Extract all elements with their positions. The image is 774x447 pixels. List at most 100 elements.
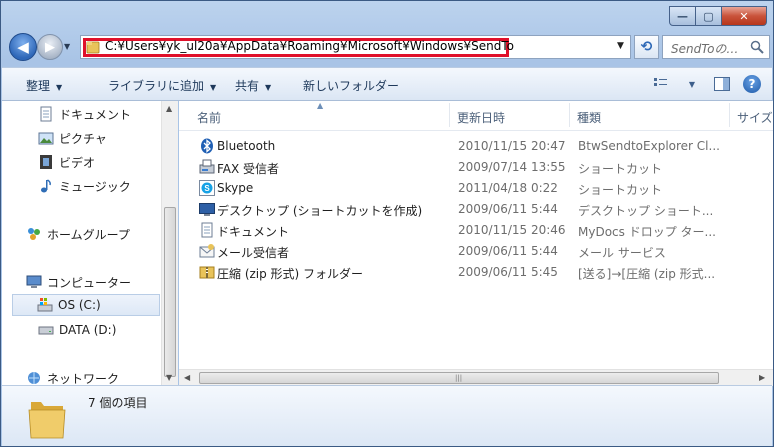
file-name: ドキュメント xyxy=(217,225,290,239)
music-icon xyxy=(41,179,51,193)
scroll-thumb[interactable]: ||| xyxy=(199,372,719,384)
share-button[interactable]: 共有 ▼ xyxy=(235,77,271,94)
view-dropdown[interactable]: ▼ xyxy=(682,74,702,94)
caption-buttons: — ▢ ✕ xyxy=(669,6,767,26)
file-row-mail[interactable]: メール受信者 2009/06/11 5:44 メール サービス xyxy=(195,241,773,261)
navigation-pane: ドキュメント ピクチャ ビデオ ミュージック ホームグループ コンピューター O… xyxy=(2,101,178,386)
column-divider[interactable] xyxy=(569,103,570,127)
sidebar-scrollbar[interactable]: ▲ ▼ xyxy=(161,101,178,385)
scroll-thumb[interactable] xyxy=(164,207,176,377)
file-row-fax[interactable]: FAX 受信者 2009/07/14 13:55 ショートカット xyxy=(195,157,773,177)
video-icon xyxy=(40,155,52,169)
documents-icon xyxy=(40,106,52,122)
navigation-bar: ◀ ▶ ▼ C:¥Users¥yk_ul20a¥AppData¥Roaming¥… xyxy=(1,31,773,65)
column-divider[interactable] xyxy=(449,103,450,127)
address-bar[interactable]: C:¥Users¥yk_ul20a¥AppData¥Roaming¥Micros… xyxy=(80,35,631,59)
new-folder-button[interactable]: 新しいフォルダー xyxy=(303,77,399,94)
file-list: ▲ 名前 更新日時 種類 サイズ Bluetooth 2010/11/15 20… xyxy=(179,101,773,386)
file-type: デスクトップ ショート... xyxy=(578,204,714,218)
item-count: 7 個の項目 xyxy=(88,396,148,410)
view-options-button[interactable] xyxy=(652,74,672,94)
chevron-down-icon: ▼ xyxy=(265,83,272,92)
file-row-zip[interactable]: 圧縮 (zip 形式) フォルダー 2009/06/11 5:45 [送る]→[… xyxy=(195,262,773,282)
recent-pages-dropdown[interactable]: ▼ xyxy=(64,42,74,52)
address-dropdown[interactable]: ▼ xyxy=(617,41,624,51)
file-date: 2011/04/18 0:22 xyxy=(458,181,558,195)
file-row-desktop[interactable]: デスクトップ (ショートカットを作成) 2009/06/11 5:44 デスクト… xyxy=(195,199,773,219)
arrow-left-icon: ◀ xyxy=(17,38,29,56)
file-date: 2010/11/15 20:46 xyxy=(458,223,566,237)
refresh-icon: ⟲ xyxy=(640,39,653,55)
file-row-bluetooth[interactable]: Bluetooth 2010/11/15 20:47 BtwSendtoExpl… xyxy=(195,136,773,156)
network-icon xyxy=(28,372,40,384)
scroll-up-icon[interactable]: ▲ xyxy=(166,104,172,113)
drive-c-icon xyxy=(37,298,53,312)
sidebar-item-drive-c[interactable]: OS (C:) xyxy=(12,294,160,316)
file-name: Skype xyxy=(217,181,254,195)
pictures-icon xyxy=(38,132,54,145)
column-type[interactable]: 種類 xyxy=(577,109,601,126)
file-name: Bluetooth xyxy=(217,139,276,153)
file-date: 2009/06/11 5:45 xyxy=(458,265,558,279)
chevron-down-icon: ▼ xyxy=(210,83,217,92)
back-button[interactable]: ◀ xyxy=(9,33,37,61)
column-header-row: ▲ 名前 更新日時 種類 サイズ xyxy=(179,101,773,131)
horizontal-scrollbar[interactable]: ◀ ||| ▶ xyxy=(179,369,773,386)
file-type: BtwSendtoExplorer Cl... xyxy=(578,139,720,153)
computer-icon xyxy=(26,275,42,288)
search-icon xyxy=(750,40,764,54)
explorer-window: — ▢ ✕ ◀ ▶ ▼ C:¥Users¥yk_ul20a¥AppData¥Ro… xyxy=(0,0,774,447)
view-controls: ▼ ? xyxy=(652,74,762,94)
column-name[interactable]: 名前 xyxy=(197,109,221,126)
address-path: C:¥Users¥yk_ul20a¥AppData¥Roaming¥Micros… xyxy=(105,39,514,53)
file-type: メール サービス xyxy=(578,246,666,260)
fax-icon xyxy=(199,159,215,174)
close-button[interactable]: ✕ xyxy=(722,6,767,26)
scroll-down-icon[interactable]: ▼ xyxy=(166,373,172,382)
drive-d-icon xyxy=(38,326,54,335)
preview-pane-button[interactable] xyxy=(712,74,732,94)
search-box[interactable]: SendToの… xyxy=(662,35,770,59)
refresh-button[interactable]: ⟲ xyxy=(634,35,659,59)
bluetooth-icon xyxy=(201,138,213,154)
forward-button[interactable]: ▶ xyxy=(37,34,63,60)
svg-text:S: S xyxy=(204,184,210,193)
details-pane: 7 個の項目 xyxy=(2,385,772,446)
zip-folder-icon xyxy=(199,266,215,279)
file-name: 圧縮 (zip 形式) フォルダー xyxy=(217,267,364,281)
file-date: 2009/06/11 5:44 xyxy=(458,202,558,216)
maximize-button[interactable]: ▢ xyxy=(696,6,722,26)
file-type: MyDocs ドロップ ター... xyxy=(578,225,716,239)
file-type: [送る]→[圧縮 (zip 形式... xyxy=(578,267,716,281)
file-date: 2009/06/11 5:44 xyxy=(458,244,558,258)
arrow-right-icon: ▶ xyxy=(45,39,55,55)
column-divider[interactable] xyxy=(729,103,730,127)
file-name: FAX 受信者 xyxy=(217,162,280,176)
folder-icon xyxy=(28,402,66,439)
chevron-down-icon: ▼ xyxy=(688,79,696,89)
help-icon: ? xyxy=(743,75,761,93)
help-button[interactable]: ? xyxy=(742,74,762,94)
mail-icon xyxy=(199,244,215,258)
file-row-skype[interactable]: S Skype 2011/04/18 0:22 ショートカット xyxy=(195,178,773,198)
documents-icon xyxy=(201,222,213,238)
minimize-button[interactable]: — xyxy=(669,6,696,26)
desktop-icon xyxy=(199,203,215,216)
file-name: デスクトップ (ショートカットを作成) xyxy=(217,204,423,218)
sort-ascending-icon: ▲ xyxy=(317,101,324,110)
folder-icon xyxy=(86,41,100,54)
scroll-right-icon[interactable]: ▶ xyxy=(759,373,765,382)
view-list-icon xyxy=(654,78,667,86)
scroll-left-icon[interactable]: ◀ xyxy=(184,373,190,382)
column-size[interactable]: サイズ xyxy=(737,109,773,126)
search-placeholder: SendToの… xyxy=(671,42,739,56)
command-bar: 整理 ▼ ライブラリに追加 ▼ 共有 ▼ 新しいフォルダー ▼ ? xyxy=(2,67,772,101)
column-date-modified[interactable]: 更新日時 xyxy=(457,109,505,126)
skype-icon: S xyxy=(199,180,215,196)
file-row-documents[interactable]: ドキュメント 2010/11/15 20:46 MyDocs ドロップ ター..… xyxy=(195,220,773,240)
add-to-library-button[interactable]: ライブラリに追加 ▼ xyxy=(108,77,216,94)
file-type: ショートカット xyxy=(578,183,663,197)
file-name: メール受信者 xyxy=(217,246,290,260)
organize-button[interactable]: 整理 ▼ xyxy=(26,77,62,94)
file-date: 2010/11/15 20:47 xyxy=(458,139,566,153)
